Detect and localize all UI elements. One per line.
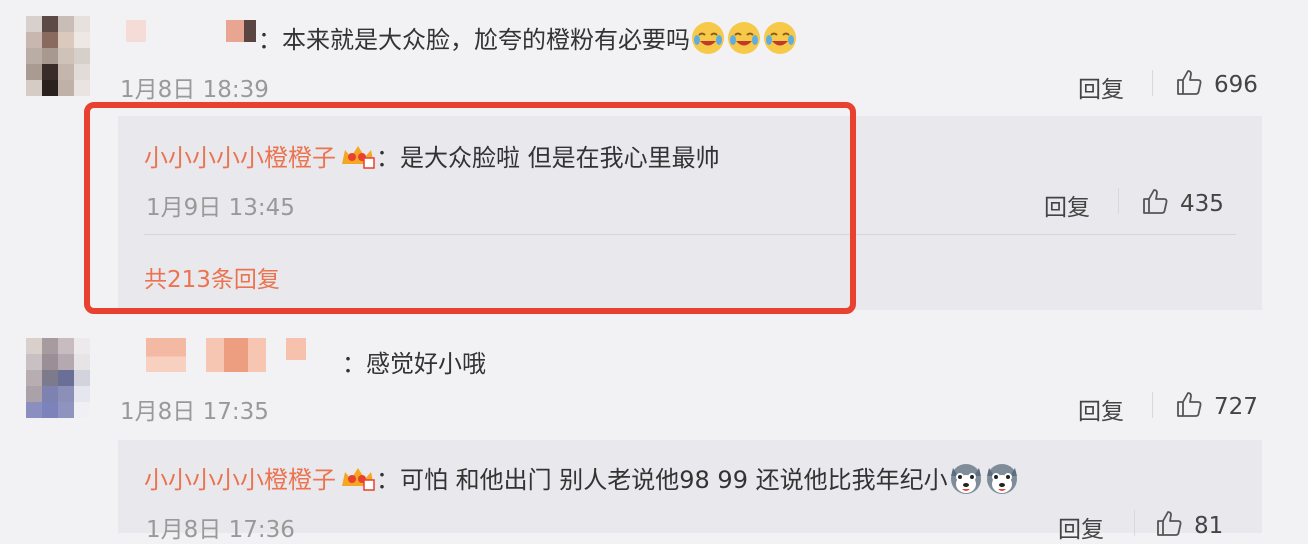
divider: [1152, 392, 1153, 418]
laughing-tear-emoji-icon: [726, 22, 762, 54]
divider: [1152, 70, 1153, 96]
divider: [1134, 510, 1135, 536]
comment-item: ：本来就是大众脸，尬夸的橙粉有必要吗 1月8日 18:39 回复 696: [0, 0, 1308, 110]
vip-crown-icon: [336, 466, 376, 494]
avatar[interactable]: [26, 16, 90, 96]
username-censored[interactable]: [146, 338, 186, 372]
like-button[interactable]: 435: [1140, 186, 1224, 222]
like-button[interactable]: 81: [1154, 508, 1223, 544]
like-count: 696: [1214, 72, 1258, 98]
like-count: 435: [1180, 191, 1224, 217]
avatar[interactable]: [26, 338, 90, 418]
laughing-tear-emoji-icon: [762, 22, 798, 54]
comment-item: ：感觉好小哦 1月8日 17:35 回复 727: [0, 330, 1308, 430]
divider: [1118, 188, 1119, 214]
sub-reply-text: 小小小小小橙橙子 ：可怕 和他出门 别人老说他98 99 还说他比我年纪小: [144, 460, 1020, 496]
thumbs-up-icon: [1154, 508, 1184, 544]
thumbs-up-icon: [1174, 67, 1204, 103]
thumbs-up-icon: [1174, 389, 1204, 425]
comment-time: 1月8日 18:39: [120, 77, 269, 103]
reply-button[interactable]: 回复: [1044, 188, 1090, 222]
comment-time: 1月8日 17:35: [120, 399, 269, 425]
thumbs-up-icon: [1140, 186, 1170, 222]
sub-reply-time: 1月8日 17:36: [146, 517, 295, 543]
reply-button[interactable]: 回复: [1078, 70, 1124, 104]
like-count: 727: [1214, 394, 1258, 420]
username-censored[interactable]: [206, 338, 266, 372]
like-count: 81: [1194, 513, 1224, 539]
comment-text: ：本来就是大众脸，尬夸的橙粉有必要吗: [258, 20, 798, 56]
sub-reply-username[interactable]: 小小小小小橙橙子: [144, 466, 336, 494]
username-censored[interactable]: [126, 20, 146, 42]
sub-reply-box: 小小小小小橙橙子 ：可怕 和他出门 别人老说他98 99 还说他比我年纪小 1月8…: [118, 440, 1262, 543]
reply-button[interactable]: 回复: [1078, 392, 1124, 426]
reply-button[interactable]: 回复: [1058, 510, 1104, 544]
username-censored[interactable]: [286, 338, 306, 360]
highlight-box: [84, 102, 856, 314]
husky-emoji-icon: [948, 464, 984, 494]
username-censored[interactable]: [226, 20, 256, 42]
laughing-tear-emoji-icon: [690, 22, 726, 54]
like-button[interactable]: 727: [1174, 389, 1258, 425]
comment-text: ：感觉好小哦: [342, 350, 486, 378]
husky-emoji-icon: [984, 464, 1020, 494]
like-button[interactable]: 696: [1174, 67, 1258, 103]
